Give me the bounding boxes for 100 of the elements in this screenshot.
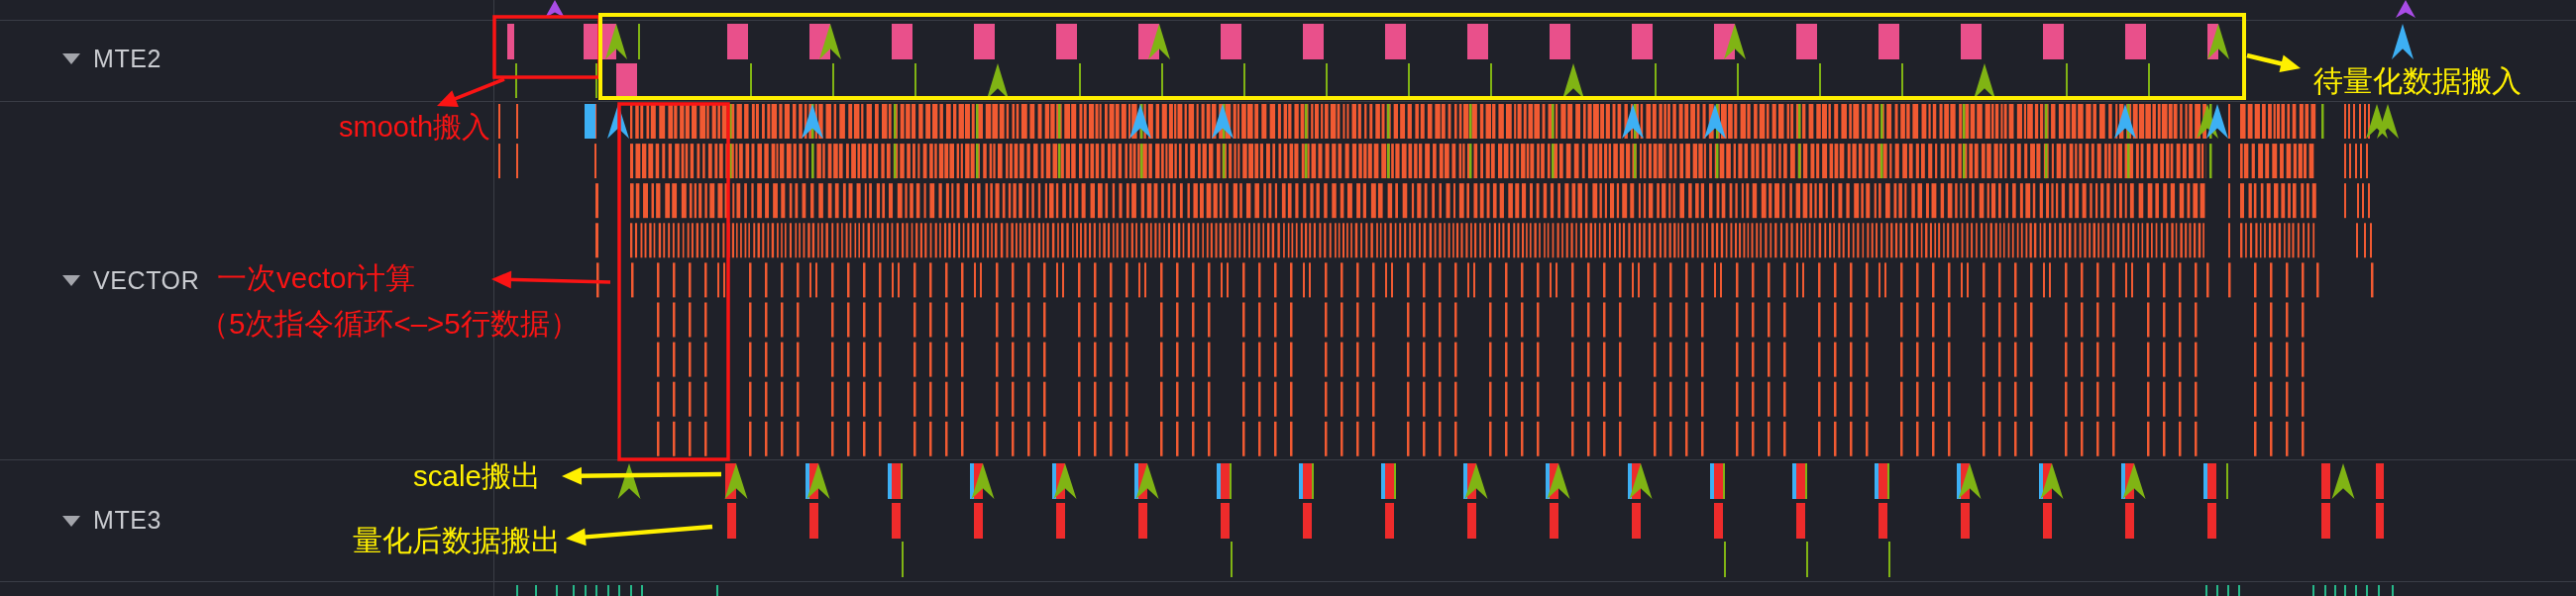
arrowhead-icon xyxy=(1958,463,1982,499)
task-block xyxy=(1632,24,1653,59)
arrowhead-icon xyxy=(1704,104,1726,139)
arrowhead-icon xyxy=(1148,24,1170,59)
event-tick xyxy=(573,585,575,596)
task-block xyxy=(1796,24,1817,59)
task-block xyxy=(2321,503,2330,539)
arrowhead-icon xyxy=(802,104,823,139)
task-block xyxy=(892,24,912,59)
arrowhead-icon xyxy=(1212,104,1234,139)
event-tick xyxy=(832,63,834,98)
event-tick xyxy=(2324,585,2326,596)
task-block xyxy=(1385,24,1406,59)
event-tick xyxy=(1231,542,1233,577)
arrowhead-icon xyxy=(724,463,748,499)
event-tick xyxy=(638,24,640,59)
arrowhead-icon xyxy=(545,0,565,18)
event-tick xyxy=(1901,63,1903,98)
event-tick xyxy=(607,585,609,596)
task-block xyxy=(1138,503,1147,539)
arrowhead-icon xyxy=(2122,463,2146,499)
task-block xyxy=(809,503,818,539)
arrowhead-icon xyxy=(2396,0,2415,18)
event-tick xyxy=(2378,585,2380,596)
event-tick xyxy=(595,585,597,596)
event-tick xyxy=(515,63,517,98)
task-block xyxy=(2376,463,2384,499)
task-block xyxy=(2321,463,2330,499)
event-tick xyxy=(618,585,620,596)
arrowhead-icon xyxy=(1053,463,1077,499)
arrowhead-icon xyxy=(2331,463,2355,499)
event-tick xyxy=(1655,63,1657,98)
task-block xyxy=(507,24,514,59)
task-block xyxy=(585,104,595,139)
event-tick xyxy=(1819,63,1821,98)
arrowhead-icon xyxy=(987,63,1009,99)
event-tick xyxy=(1079,63,1081,98)
annotation-label: smooth搬入 xyxy=(339,110,491,145)
caret-icon[interactable] xyxy=(62,53,80,64)
event-tick xyxy=(1723,463,1725,499)
event-tick xyxy=(2344,585,2346,596)
task-block xyxy=(1714,503,1723,539)
event-tick xyxy=(2148,63,2150,98)
caret-icon[interactable] xyxy=(62,275,80,286)
task-block xyxy=(2207,503,2216,539)
task-block xyxy=(1467,24,1488,59)
task-block xyxy=(727,24,748,59)
task-block xyxy=(1550,24,1570,59)
task-block xyxy=(974,503,983,539)
arrowhead-icon xyxy=(1974,63,1995,99)
annotation-label: 一次vector计算 xyxy=(217,260,416,296)
arrowhead-icon xyxy=(819,24,841,59)
event-tick xyxy=(2205,585,2207,596)
task-block xyxy=(1303,503,1312,539)
task-block xyxy=(1303,24,1324,59)
event-tick xyxy=(630,585,632,596)
arrowhead-icon xyxy=(971,463,995,499)
event-tick xyxy=(595,63,597,98)
task-block xyxy=(2043,503,2052,539)
annotation-label: 待量化数据搬入 xyxy=(2313,63,2522,99)
arrowhead-icon xyxy=(1464,463,1488,499)
event-tick xyxy=(2334,585,2336,596)
event-tick xyxy=(1888,542,1890,577)
task-block xyxy=(1878,24,1899,59)
arrowhead-icon xyxy=(2040,463,2064,499)
event-tick xyxy=(2216,585,2218,596)
arrowhead-icon xyxy=(2207,24,2229,59)
task-block xyxy=(1961,24,1982,59)
arrowhead-icon xyxy=(617,463,641,499)
event-tick xyxy=(1230,463,1232,499)
event-tick xyxy=(1490,63,1492,98)
task-block xyxy=(727,503,736,539)
arrowhead-icon xyxy=(2114,104,2136,139)
event-tick xyxy=(1408,63,1410,98)
event-tick xyxy=(2238,585,2240,596)
task-block xyxy=(1221,24,1241,59)
arrowhead-icon xyxy=(605,24,627,59)
event-tick xyxy=(556,585,558,596)
event-tick xyxy=(585,585,587,596)
annotation-label: scale搬出 xyxy=(413,458,541,494)
event-tick xyxy=(901,463,903,499)
arrowhead-icon xyxy=(2377,104,2399,139)
event-tick xyxy=(2227,585,2229,596)
event-tick xyxy=(2066,63,2068,98)
event-tick xyxy=(914,63,916,98)
event-tick xyxy=(2366,585,2368,596)
event-tick xyxy=(2226,463,2228,499)
event-tick xyxy=(1806,542,1808,577)
event-tick xyxy=(1887,463,1889,499)
arrowhead-icon xyxy=(1547,463,1570,499)
arrowhead-icon xyxy=(1129,104,1151,139)
event-tick xyxy=(1161,63,1163,98)
arrowhead-icon xyxy=(806,463,830,499)
arrowhead-icon xyxy=(1135,463,1159,499)
task-block xyxy=(1550,503,1558,539)
event-tick xyxy=(1243,63,1245,98)
event-tick xyxy=(902,542,904,577)
task-block xyxy=(2376,503,2384,539)
annotation-label: 量化后数据搬出 xyxy=(353,523,561,558)
caret-icon[interactable] xyxy=(62,515,80,527)
